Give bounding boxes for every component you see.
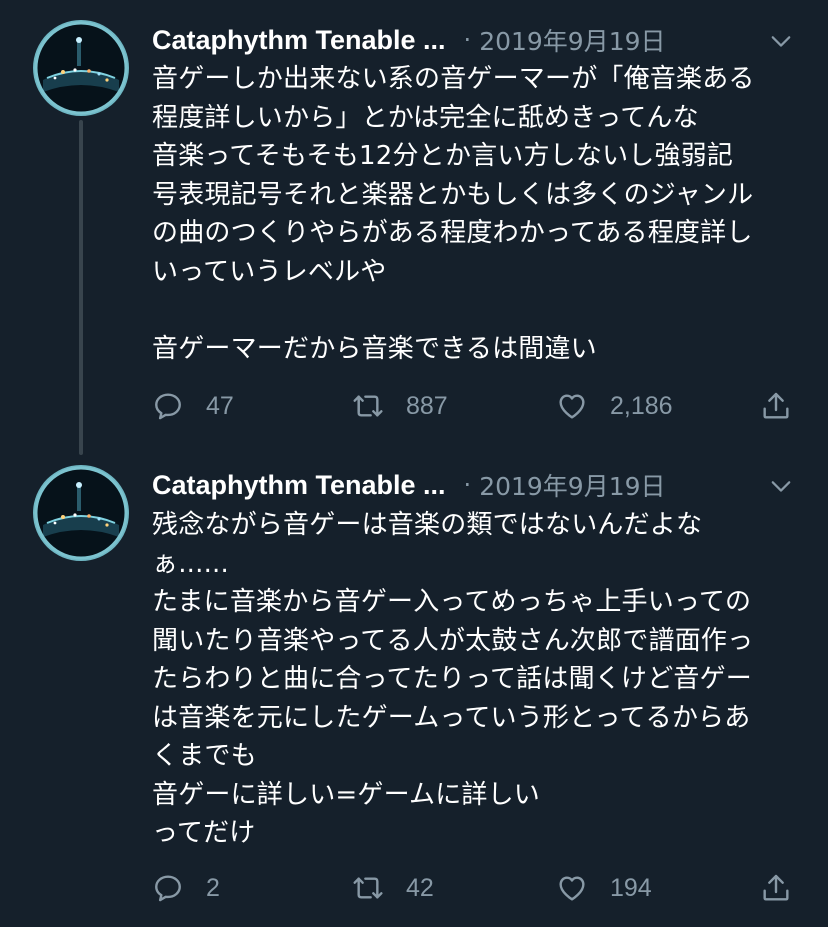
heart-icon (559, 876, 585, 901)
author-name[interactable]: Cataphythm Tenable ... (152, 25, 446, 56)
author-name[interactable]: Cataphythm Tenable ... (152, 470, 446, 501)
header-separator: · (463, 26, 472, 54)
retweet-icon (353, 877, 383, 899)
avatar[interactable] (33, 465, 129, 561)
retweet-button[interactable]: 887 (352, 388, 448, 424)
tweet-header: Cataphythm Tenable ... · 2019年9月19日 (152, 20, 812, 60)
chevron-down-icon[interactable] (770, 475, 792, 497)
heart-icon (559, 394, 585, 419)
share-icon (763, 392, 789, 419)
tweet-actions: 47 887 2,186 (152, 388, 812, 424)
like-count: 2,186 (610, 391, 673, 420)
avatar[interactable] (33, 20, 129, 116)
like-button[interactable]: 2,186 (556, 388, 673, 424)
avatar-image (34, 21, 128, 115)
reply-count: 47 (206, 391, 234, 420)
retweet-count: 887 (406, 391, 448, 420)
avatar-image (34, 466, 128, 560)
reply-icon (155, 875, 181, 902)
retweet-icon (353, 395, 383, 417)
header-separator: · (463, 471, 472, 499)
thread-connector-line (79, 120, 83, 455)
like-button[interactable]: 194 (556, 870, 652, 906)
reply-button[interactable]: 2 (152, 870, 220, 906)
reply-count: 2 (206, 873, 220, 902)
retweet-button[interactable]: 42 (352, 870, 434, 906)
tweet-date[interactable]: 2019年9月19日 (479, 22, 665, 58)
share-icon (763, 874, 789, 901)
tweet-text: 残念ながら音ゲーは音楽の類ではないんだよな ぁ...... たまに音楽から音ゲー… (152, 510, 754, 848)
tweet-header: Cataphythm Tenable ... · 2019年9月19日 (152, 465, 812, 505)
chevron-down-icon[interactable] (770, 30, 792, 52)
like-count: 194 (610, 873, 652, 902)
reply-icon (155, 393, 181, 420)
reply-button[interactable]: 47 (152, 388, 234, 424)
tweet-actions: 2 42 194 (152, 870, 812, 906)
retweet-count: 42 (406, 873, 434, 902)
share-button[interactable] (760, 870, 792, 906)
share-button[interactable] (760, 388, 792, 424)
tweet-date[interactable]: 2019年9月19日 (479, 467, 665, 503)
tweet-text: 音ゲーしか出来ない系の音ゲーマーが「俺音楽ある 程度詳しいから」とかは完全に舐め… (152, 64, 755, 364)
